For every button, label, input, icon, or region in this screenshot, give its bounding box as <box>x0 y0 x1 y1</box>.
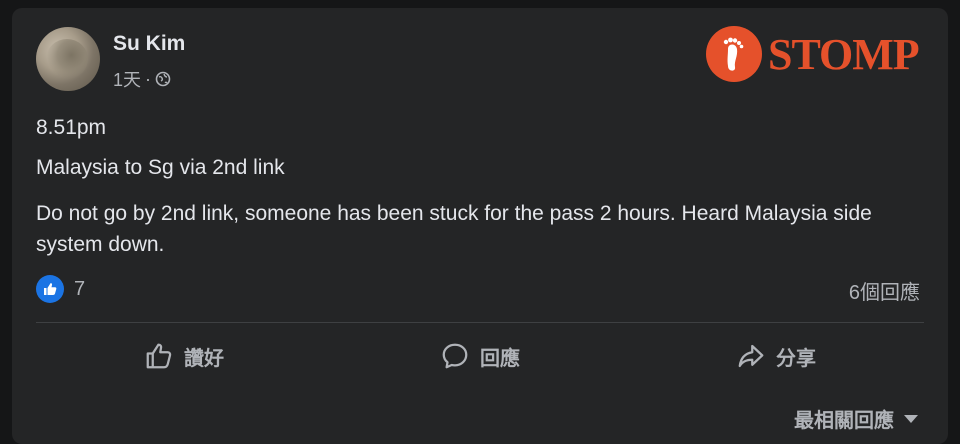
like-label: 讚好 <box>184 347 224 370</box>
comment-sort-dropdown[interactable]: 最相關回應 <box>794 404 918 433</box>
comment-button[interactable]: 回應 <box>332 330 628 382</box>
post-time[interactable]: 1天 <box>113 66 141 92</box>
footprint-icon <box>706 26 762 82</box>
reactions-summary[interactable]: 7 <box>36 275 85 303</box>
stomp-watermark: STOMP <box>706 26 920 82</box>
divider <box>36 322 924 323</box>
sort-label: 最相關回應 <box>794 410 894 432</box>
post-line-message: Do not go by 2nd link, someone has been … <box>36 202 872 256</box>
post-card: Su Kim 1天 · STOMP 8.51pm Malaysia to Sg … <box>12 8 948 444</box>
thumbs-up-icon <box>146 343 172 369</box>
share-label: 分享 <box>776 347 816 370</box>
like-badge-icon <box>36 275 64 303</box>
share-icon <box>738 344 764 368</box>
action-bar: 讚好 回應 分享 <box>36 330 924 382</box>
post-line-time: 8.51pm <box>36 116 107 139</box>
share-button[interactable]: 分享 <box>628 330 924 382</box>
like-button[interactable]: 讚好 <box>36 330 332 382</box>
comments-count[interactable]: 6個回應 <box>849 276 920 305</box>
meta-separator: · <box>145 68 152 89</box>
chevron-down-icon <box>904 414 918 423</box>
stomp-wordmark: STOMP <box>768 29 920 79</box>
avatar[interactable] <box>36 27 100 91</box>
globe-icon[interactable] <box>155 71 171 87</box>
post-line-route: Malaysia to Sg via 2nd link <box>36 156 285 179</box>
comment-icon <box>442 343 468 369</box>
author-name[interactable]: Su Kim <box>113 32 185 56</box>
post-meta: 1天 · <box>113 66 171 92</box>
comment-label: 回應 <box>480 347 520 370</box>
reaction-count: 7 <box>74 277 86 300</box>
